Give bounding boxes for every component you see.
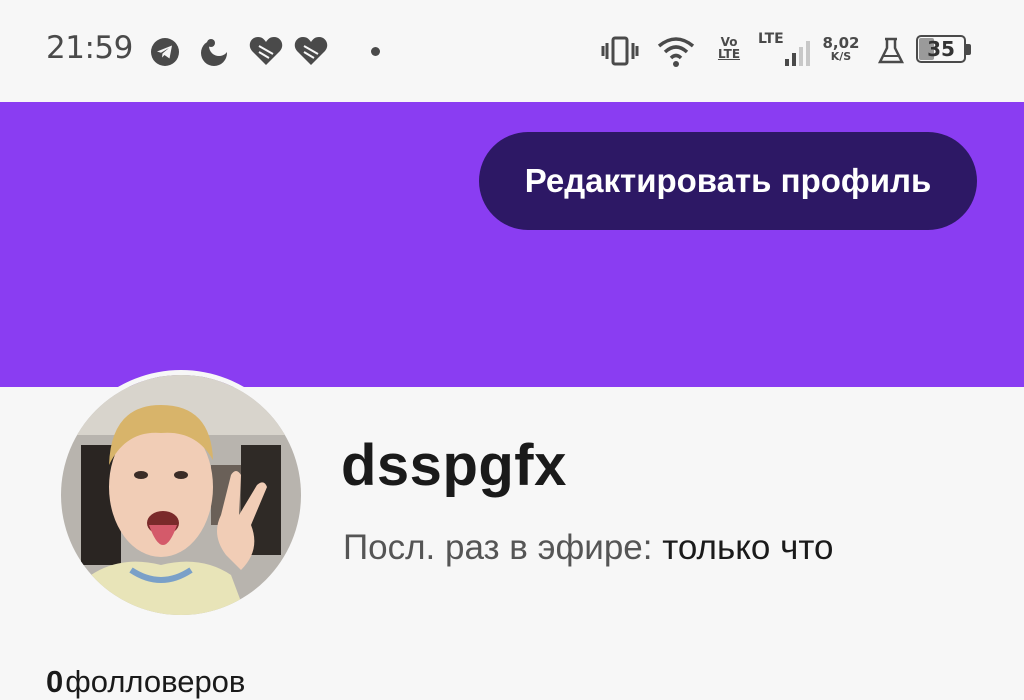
followers-count[interactable]: 0фолловеров (46, 664, 245, 700)
status-time: 21:59 (46, 30, 133, 66)
telegram-icon (151, 38, 179, 66)
last-seen-label: Посл. раз в эфире: (343, 528, 653, 567)
last-seen-status: Посл. раз в эфире: только что (343, 528, 833, 568)
network-speed: 8,02 K/S (822, 34, 860, 63)
avatar[interactable] (56, 370, 306, 620)
edit-profile-button[interactable]: Редактировать профиль (479, 132, 977, 230)
battery-level: 35 (927, 37, 955, 61)
status-bar: 21:59 Vo LTE LTE 8,02 K/S 35 (0, 0, 1024, 102)
heart-icon (249, 37, 283, 65)
avatar-photo (61, 375, 301, 615)
wifi-icon (657, 37, 695, 67)
battery-icon: 35 (916, 35, 972, 65)
moon-icon (201, 36, 229, 66)
followers-number: 0 (46, 664, 64, 699)
username: dsspgfx (341, 433, 567, 498)
alarm-icon (877, 37, 905, 64)
lte-signal-icon: LTE (758, 32, 814, 69)
heart-icon (294, 37, 328, 65)
last-seen-value: только что (662, 528, 834, 567)
more-notifications-dot-icon (371, 47, 380, 56)
followers-label: фолловеров (65, 664, 246, 699)
vibrate-icon (601, 36, 639, 66)
volte-icon: Vo LTE (717, 35, 741, 61)
